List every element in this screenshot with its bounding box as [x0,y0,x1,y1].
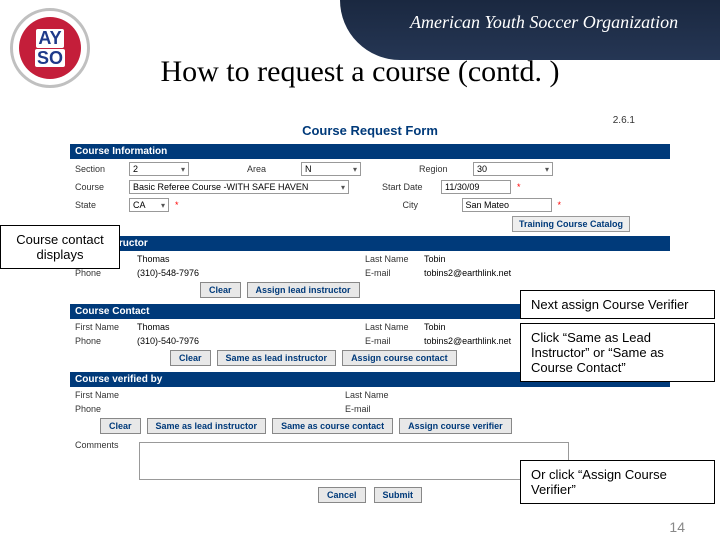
logo-line1: AY [36,29,63,47]
label-startdate: Start Date [382,182,437,192]
field-region[interactable]: 30 [473,162,553,176]
required-icon: * [175,200,179,210]
field-section[interactable]: 2 [129,162,189,176]
label-phone-c: Phone [75,336,133,346]
value-email: tobins2@earthlink.net [424,268,511,278]
label-section: Section [75,164,125,174]
header-banner: American Youth Soccer Organization [340,0,720,60]
section-lead-instructor: Lead Instructor [70,236,670,251]
callout-assign-verifier: Next assign Course Verifier [520,290,715,319]
label-comments: Comments [75,440,130,450]
ayso-logo: AY SO [10,8,90,88]
assign-verifier-button[interactable]: Assign course verifier [399,418,512,434]
same-as-lead-button[interactable]: Same as lead instructor [217,350,337,366]
training-catalog-button[interactable]: Training Course Catalog [512,216,630,232]
value-email-c: tobins2@earthlink.net [424,336,511,346]
comments-textarea[interactable] [139,442,569,480]
label-lastname-v: Last Name [345,390,400,400]
label-lastname: Last Name [365,254,420,264]
field-course[interactable]: Basic Referee Course -WITH SAFE HAVEN [129,180,349,194]
callout-click-same: Click “Same as Lead Instructor” or “Same… [520,323,715,382]
label-area: Area [247,164,297,174]
cancel-button[interactable]: Cancel [318,487,366,503]
page-number: 14 [669,519,685,535]
required-icon: * [558,200,562,210]
logo-inner: AY SO [19,17,81,79]
label-email: E-mail [365,268,420,278]
clear-button-c[interactable]: Clear [170,350,211,366]
field-area[interactable]: N [301,162,361,176]
form-title: Course Request Form [70,123,670,138]
label-phone-v: Phone [75,404,133,414]
banner-text: American Youth Soccer Organization [410,12,678,33]
same-as-lead-button-v[interactable]: Same as lead instructor [147,418,267,434]
logo-line2: SO [35,49,65,67]
version-label: 2.6.1 [613,115,635,126]
value-lastname: Tobin [424,254,446,264]
required-icon: * [517,182,521,192]
assign-lead-button[interactable]: Assign lead instructor [247,282,360,298]
label-course: Course [75,182,125,192]
clear-button-v[interactable]: Clear [100,418,141,434]
label-email-v: E-mail [345,404,400,414]
label-email-c: E-mail [365,336,420,346]
callout-or-assign: Or click “Assign Course Verifier” [520,460,715,504]
value-lastname-c: Tobin [424,322,446,332]
label-region: Region [419,164,469,174]
assign-contact-button[interactable]: Assign course contact [342,350,457,366]
value-firstname-c: Thomas [137,322,267,332]
callout-contact-displays: Course contact displays [0,225,120,269]
label-city: City [403,200,458,210]
value-firstname: Thomas [137,254,267,264]
submit-button[interactable]: Submit [374,487,423,503]
same-as-contact-button[interactable]: Same as course contact [272,418,393,434]
value-phone: (310)-548-7976 [137,268,267,278]
field-startdate[interactable]: 11/30/09 [441,180,511,194]
field-city[interactable]: San Mateo [462,198,552,212]
label-lastname-c: Last Name [365,322,420,332]
label-firstname-c: First Name [75,322,133,332]
field-state[interactable]: CA [129,198,169,212]
value-phone-c: (310)-540-7976 [137,336,267,346]
label-phone: Phone [75,268,133,278]
section-course-info: Course Information [70,144,670,159]
clear-button[interactable]: Clear [200,282,241,298]
label-state: State [75,200,125,210]
label-firstname-v: First Name [75,390,133,400]
